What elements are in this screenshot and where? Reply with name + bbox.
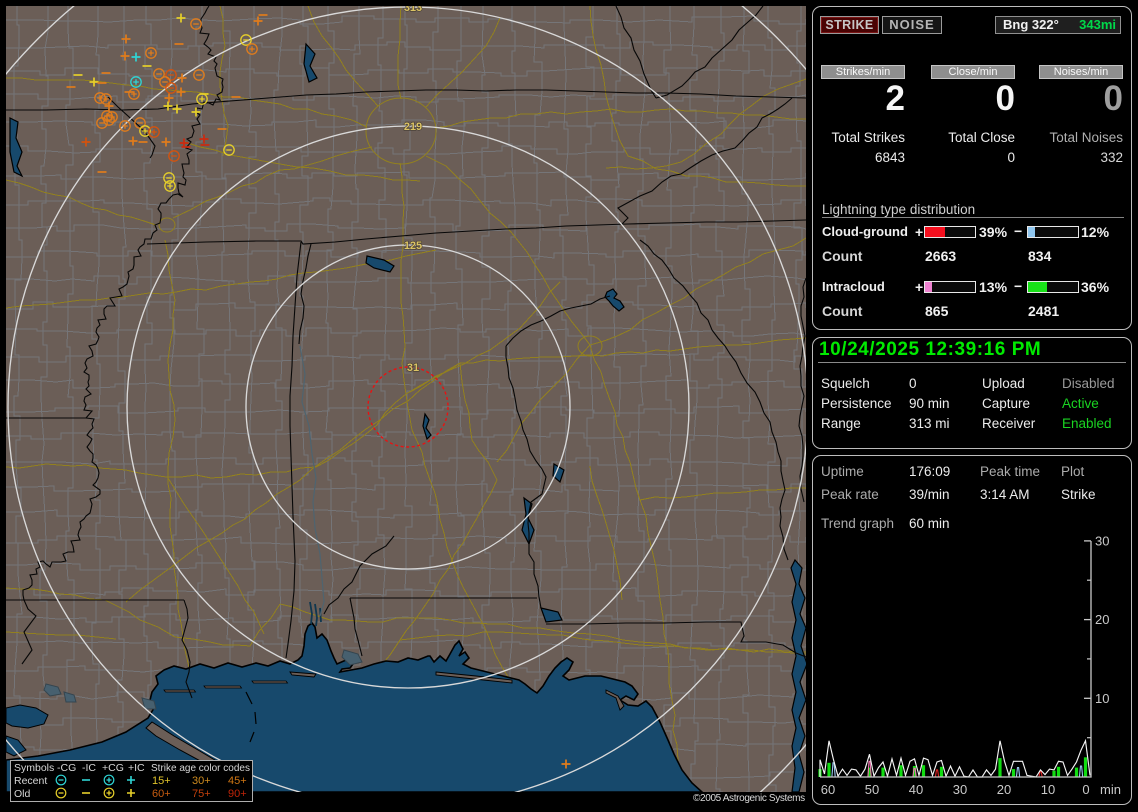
- svg-text:-IC: -IC: [82, 762, 96, 774]
- svg-text:219: 219: [404, 121, 422, 133]
- svg-text:60+: 60+: [152, 788, 171, 800]
- svg-text:30: 30: [953, 782, 967, 797]
- svg-text:45+: 45+: [228, 775, 247, 787]
- svg-text:125: 125: [404, 240, 422, 252]
- svg-text:313: 313: [404, 6, 422, 14]
- svg-text:75+: 75+: [192, 788, 211, 800]
- svg-text:20: 20: [997, 782, 1011, 797]
- svg-text:15+: 15+: [152, 775, 171, 787]
- svg-text:30: 30: [1095, 533, 1109, 548]
- svg-text:10: 10: [1095, 691, 1109, 706]
- svg-text:30+: 30+: [192, 775, 211, 787]
- svg-text:+CG: +CG: [102, 762, 124, 774]
- svg-text:40: 40: [909, 782, 923, 797]
- svg-text:10: 10: [1041, 782, 1055, 797]
- svg-text:Strike age color codes: Strike age color codes: [151, 763, 250, 774]
- svg-text:+IC: +IC: [128, 762, 145, 774]
- svg-text:0: 0: [1082, 782, 1089, 797]
- svg-text:min: min: [1100, 782, 1121, 797]
- svg-text:Recent: Recent: [14, 775, 47, 787]
- svg-text:20: 20: [1095, 612, 1109, 627]
- svg-text:50: 50: [865, 782, 879, 797]
- svg-text:60: 60: [821, 782, 835, 797]
- svg-text:-CG: -CG: [57, 762, 76, 774]
- svg-text:90+: 90+: [228, 788, 247, 800]
- svg-text:Old: Old: [14, 788, 31, 800]
- svg-text:31: 31: [407, 362, 419, 374]
- svg-text:Symbols: Symbols: [14, 762, 54, 774]
